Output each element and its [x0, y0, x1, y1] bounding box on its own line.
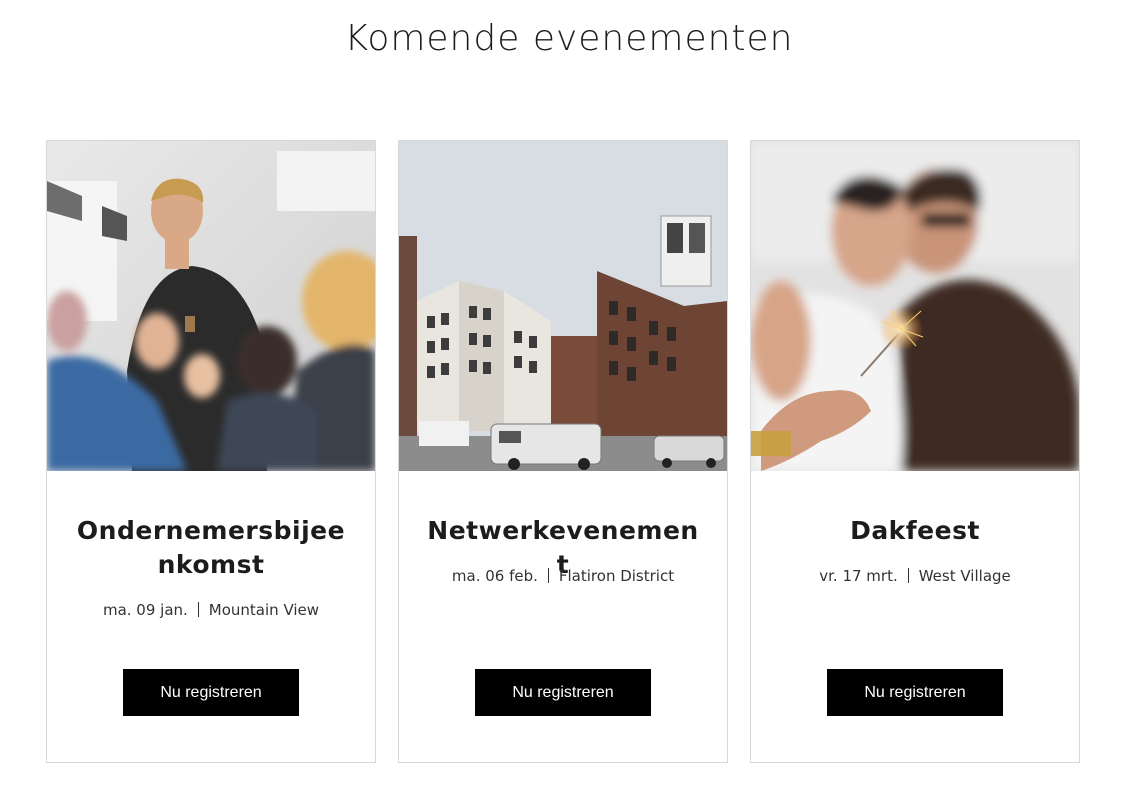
- event-details: Netwerkevenement ma. 06 feb. Flatiron Dis…: [399, 471, 727, 762]
- event-meta: vr. 17 mrt. West Village: [751, 567, 1079, 585]
- event-meta: ma. 06 feb. Flatiron District: [399, 567, 727, 585]
- event-location: Flatiron District: [558, 567, 675, 585]
- event-image[interactable]: [751, 141, 1079, 471]
- city-street-buildings-photo: [399, 141, 727, 471]
- speaker-with-audience-photo: [47, 141, 375, 471]
- meta-separator: [197, 602, 199, 617]
- event-title[interactable]: Dakfeest: [775, 514, 1055, 548]
- event-date: ma. 09 jan.: [102, 601, 188, 619]
- meta-separator: [547, 568, 549, 583]
- register-button[interactable]: Nu registreren: [475, 669, 651, 716]
- register-button[interactable]: Nu registreren: [827, 669, 1003, 716]
- event-title[interactable]: Ondernemersbijeenkomst: [71, 514, 351, 582]
- event-card: Netwerkevenement ma. 06 feb. Flatiron Dis…: [398, 140, 728, 763]
- event-details: Dakfeest vr. 17 mrt. West Village Nu regi…: [751, 471, 1079, 762]
- meta-separator: [907, 568, 909, 583]
- event-date: ma. 06 feb.: [451, 567, 538, 585]
- event-image[interactable]: [47, 141, 375, 471]
- people-with-sparkler-photo: [751, 141, 1079, 471]
- event-image[interactable]: [399, 141, 727, 471]
- event-card: Ondernemersbijeenkomst ma. 09 jan. Mounta…: [46, 140, 376, 763]
- event-location: Mountain View: [208, 601, 320, 619]
- register-button[interactable]: Nu registreren: [123, 669, 299, 716]
- event-card: Dakfeest vr. 17 mrt. West Village Nu regi…: [750, 140, 1080, 763]
- page-title: Komende evenementen: [344, 18, 794, 59]
- event-details: Ondernemersbijeenkomst ma. 09 jan. Mounta…: [47, 471, 375, 762]
- event-meta: ma. 09 jan. Mountain View: [47, 601, 375, 619]
- event-location: West Village: [918, 567, 1011, 585]
- event-date: vr. 17 mrt.: [819, 567, 898, 585]
